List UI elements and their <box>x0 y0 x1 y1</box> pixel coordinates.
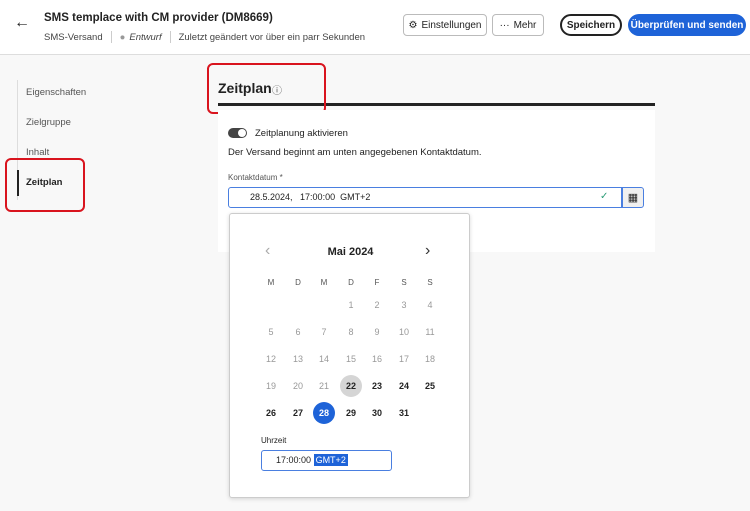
calendar-day: 3 <box>401 300 407 310</box>
calendar-day[interactable]: 29 <box>340 402 362 424</box>
calendar-day: 15 <box>345 354 356 364</box>
calendar-day[interactable]: 31 <box>393 402 415 424</box>
last-modified: Zuletzt geändert vor über ein parr Sekun… <box>178 31 366 43</box>
schedule-toggle[interactable] <box>228 128 247 138</box>
time-input[interactable]: 17:00:00 GMT+2 <box>261 450 392 471</box>
calendar-day: 20 <box>292 381 303 391</box>
weekday-header: D <box>348 278 354 287</box>
calendar-day[interactable]: 30 <box>366 402 388 424</box>
valid-check-icon: ✓ <box>600 191 609 202</box>
send-button[interactable]: Überprüfen und senden <box>628 14 746 36</box>
calendar-day: 17 <box>398 354 409 364</box>
weekday-header: M <box>320 278 328 287</box>
description: Der Versand beginnt am unten angegebenen… <box>228 147 482 158</box>
weekday-header: S <box>427 278 433 287</box>
calendar-day: 6 <box>295 327 301 337</box>
calendar-day: 9 <box>374 327 380 337</box>
more-icon: ··· <box>499 19 510 31</box>
time-label: Uhrzeit <box>261 436 287 445</box>
more-button[interactable]: ··· Mehr <box>492 14 544 36</box>
weekday-header: F <box>374 278 380 287</box>
calendar-day[interactable]: 26 <box>260 402 282 424</box>
sidebar-item-zielgruppe[interactable]: Zielgruppe <box>26 117 71 128</box>
weekday-header: M <box>267 278 275 287</box>
date-label: Kontaktdatum * <box>228 173 283 182</box>
calendar-day[interactable]: 28 <box>313 402 335 424</box>
calendar-day[interactable]: 23 <box>366 375 388 397</box>
status-dot-icon: ● <box>119 31 126 43</box>
weekday-header: S <box>401 278 407 287</box>
status-badge: Entwurf <box>129 31 162 43</box>
toggle-label: Zeitplanung aktivieren <box>255 128 348 139</box>
calendar-day: 5 <box>268 327 274 337</box>
calendar-day[interactable]: 24 <box>393 375 415 397</box>
header: ← SMS templace with CM provider (DM8669)… <box>0 0 750 55</box>
calendar-day: 1 <box>348 300 354 310</box>
timezone-value: GMT+2 <box>313 454 348 466</box>
calendar-day[interactable]: 27 <box>287 402 309 424</box>
calendar-day[interactable]: 22 <box>340 375 362 397</box>
date-input[interactable]: 28.5.2024, 17:00:00 GMT+2 <box>228 187 622 208</box>
settings-label: Einstellungen <box>421 19 482 31</box>
calendar-icon: ▦ <box>627 192 639 204</box>
calendar-day: 16 <box>371 354 382 364</box>
calendar-month: Mai 2024 <box>327 246 374 258</box>
time-value: 17:00:00 <box>276 455 312 465</box>
next-month-icon[interactable]: › <box>425 242 430 260</box>
calendar-day: 8 <box>348 327 354 337</box>
calendar-day: 14 <box>318 354 329 364</box>
calendar-day: 13 <box>292 354 303 364</box>
calendar-day: 4 <box>427 300 433 310</box>
sidebar-item-inhalt[interactable]: Inhalt <box>26 147 49 158</box>
calendar-day: 12 <box>265 354 276 364</box>
required-mark: * <box>279 173 283 182</box>
page-title: SMS templace with CM provider (DM8669) <box>44 12 273 24</box>
channel-label: SMS-Versand <box>44 31 103 43</box>
save-button[interactable]: Speichern <box>560 14 622 36</box>
sidebar-item-eigenschaften[interactable]: Eigenschaften <box>26 87 86 98</box>
calendar-day: 19 <box>265 381 276 391</box>
annotation-box-title <box>207 63 326 114</box>
calendar-day: 10 <box>398 327 409 337</box>
calendar-day[interactable]: 25 <box>419 375 441 397</box>
gear-icon: ⚙ <box>408 19 418 31</box>
calendar-day: 11 <box>425 327 435 337</box>
settings-button[interactable]: ⚙ Einstellungen <box>403 14 487 36</box>
calendar-button[interactable]: ▦ <box>622 187 644 208</box>
calendar-day: 2 <box>374 300 380 310</box>
calendar-day: 7 <box>321 327 327 337</box>
calendar-day: 18 <box>424 354 435 364</box>
more-label: Mehr <box>513 19 537 31</box>
calendar-day: 21 <box>318 381 329 391</box>
weekday-header: D <box>295 278 301 287</box>
calendar-popover: ‹ Mai 2024 › M D M D F S S 1 2 3 4 5 6 7 8 9 10 11 12 13 14 1… <box>229 213 470 498</box>
annotation-box-sidebar <box>5 158 85 212</box>
back-arrow-icon[interactable]: ← <box>14 14 30 32</box>
